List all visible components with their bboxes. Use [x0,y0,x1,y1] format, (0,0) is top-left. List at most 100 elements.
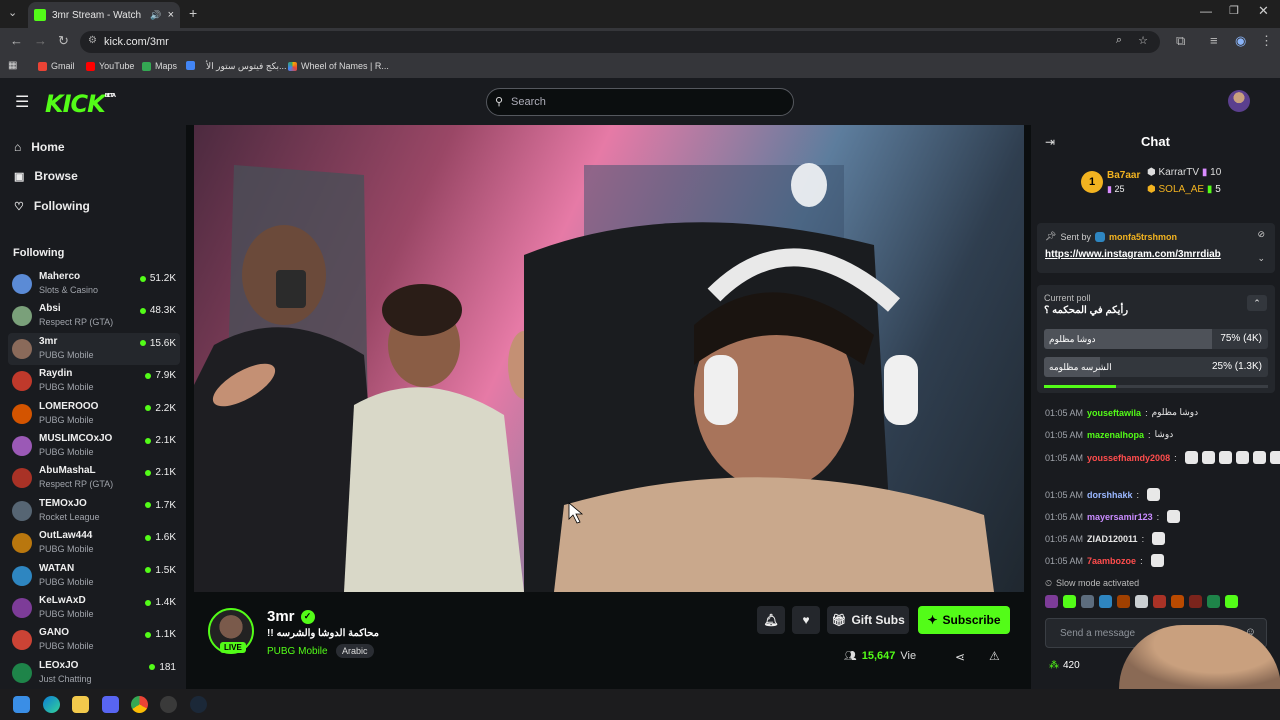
steam-icon[interactable] [190,696,207,713]
bookmark-youtube[interactable]: YouTube [86,61,134,71]
emote-icon[interactable] [1099,595,1112,608]
new-tab-icon[interactable]: + [189,5,197,21]
leaderboard-third[interactable]: ⬢ SOLA_AE ▮ 5 [1147,184,1221,195]
bookmark-star-icon[interactable]: ☆ [1138,34,1148,47]
pinned-message[interactable]: 📌︎ Sent by monfa5trshmon ⊘ https://www.i… [1037,223,1275,273]
user-avatar[interactable] [1228,90,1250,112]
reload-icon[interactable]: ↻ [58,33,69,49]
sidebar-channel-item[interactable]: GANO PUBG Mobile 1.1K [8,624,180,656]
chat-message[interactable]: 01:05 AM mayersamir123: [1045,510,1181,523]
sidebar-channel-item[interactable]: WATAN PUBG Mobile 1.5K [8,560,180,592]
apps-grid-icon[interactable]: ▦ [8,60,17,71]
chat-message[interactable]: 01:05 AM dorshhakk: [1045,488,1161,501]
back-icon[interactable]: ← [10,33,23,48]
kick-logo[interactable]: KICKBETA [45,90,116,118]
channel-name[interactable]: 3mr [267,608,295,625]
chat-message[interactable]: 01:05 AM ZIAD120011: [1045,532,1166,545]
video-player[interactable] [194,125,1024,592]
sidebar-channel-item[interactable]: AbuMashaL Respect RP (GTA) 2.1K [8,462,180,494]
media-icon[interactable]: ≡ [1210,33,1218,48]
sidebar-channel-item[interactable]: Absi Respect RP (GTA) 48.3K [8,300,180,332]
sidebar-channel-item[interactable]: Maherco Slots & Casino 51.2K [8,268,180,300]
unpin-icon[interactable]: ⊘ [1257,229,1265,240]
bookmark-docs[interactable] [186,61,195,70]
minimize-icon[interactable]: — [1200,4,1212,18]
message-username[interactable]: youssefhamdy2008 [1087,453,1170,463]
subscribe-button[interactable]: ✦ Subscribe [918,606,1010,634]
chat-message[interactable]: 01:05 AM 7aambozoe: [1045,554,1164,567]
follow-button[interactable]: ♥ [792,606,820,634]
poll-option[interactable]: الشرسه مظلومه 25% (1.3K) [1044,357,1268,377]
sidebar-channel-item[interactable]: LEOxJO Just Chatting 181 [8,657,180,689]
emote-icon[interactable] [1063,595,1076,608]
browser-tab[interactable]: 3mr Stream - Watch Live on Kick 🔊 × [28,2,180,28]
message-username[interactable]: youseftawila [1087,408,1141,418]
sidebar-channel-item[interactable]: LOMEROOO PUBG Mobile 2.2K [8,398,180,430]
nav-browse[interactable]: ▣ Browse [14,169,78,183]
language-tag[interactable]: Arabic [336,644,374,658]
leaderboard-first-name[interactable]: Ba7aar [1107,170,1140,181]
tab-search-icon[interactable]: ⌄ [8,6,17,19]
nav-home[interactable]: ⌂ Home [14,140,65,154]
site-info-icon[interactable]: ⚙ [88,35,97,46]
bookmark-store[interactable]: بكج فيتوس ستور الأ... [206,61,287,72]
sidebar-channel-item[interactable]: OutLaw444 PUBG Mobile 1.6K [8,527,180,559]
maximize-icon[interactable]: ❐ [1229,4,1239,17]
emote-icon[interactable] [1081,595,1094,608]
bookmark-gmail[interactable]: Gmail [38,61,75,71]
message-username[interactable]: mazenalhopa [1087,430,1144,440]
gift-subs-button[interactable]: 🎁︎ Gift Subs [827,606,909,634]
emote-icon[interactable] [1135,595,1148,608]
leaderboard-count: 10 [1210,167,1222,178]
poll-option[interactable]: دوشا مظلوم 75% (4K) [1044,329,1268,349]
nav-following[interactable]: ♡ Following [14,199,90,213]
sidebar-channel-item[interactable]: TEMOxJO Rocket League 1.7K [8,495,180,527]
emote-icon[interactable] [1207,595,1220,608]
url-field[interactable]: ⚙ kick.com/3mr ⌕ ☆ [80,31,1160,53]
bookmark-maps[interactable]: Maps [142,61,177,71]
chat-message[interactable]: 01:05 AM youssefhamdy2008: [1045,451,1280,464]
message-username[interactable]: 7aambozoe [1087,556,1136,566]
tab-close-icon[interactable]: × [168,9,174,21]
notifications-button[interactable]: 🔔︎ [757,606,785,634]
file-explorer-icon[interactable] [72,696,89,713]
emote-icon[interactable] [1225,595,1238,608]
emote-icon[interactable] [1045,595,1058,608]
profile-icon[interactable]: ◉ [1235,33,1246,49]
sidebar-channel-item[interactable]: KeLwAxD PUBG Mobile 1.4K [8,592,180,624]
pinned-link[interactable]: https://www.instagram.com/3mrrdiab [1045,249,1221,260]
report-warning-icon[interactable]: ⚠ [989,649,1000,663]
windows-start-icon[interactable] [13,696,30,713]
forward-icon[interactable]: → [34,33,47,48]
message-username[interactable]: dorshhakk [1087,490,1133,500]
message-username[interactable]: mayersamir123 [1087,512,1153,522]
collapse-poll-icon[interactable]: ⌃ [1247,295,1267,311]
sidebar-channel-item[interactable]: MUSLIMCOxJO PUBG Mobile 2.1K [8,430,180,462]
chat-message[interactable]: 01:05 AM mazenalhopa: دوشا [1045,429,1173,440]
extensions-icon[interactable]: ⧉ [1176,33,1185,49]
window-close-icon[interactable]: ✕ [1258,3,1269,19]
zoom-icon[interactable]: ⌕ [1116,34,1122,47]
bookmark-wheel[interactable]: Wheel of Names | R... [288,61,389,71]
edge-icon[interactable] [43,696,60,713]
search-input[interactable]: ⚲ Search [486,88,794,116]
tab-audio-icon[interactable]: 🔊 [150,10,161,21]
emote-icon[interactable] [1153,595,1166,608]
app-icon[interactable] [160,696,177,713]
sidebar-channel-item[interactable]: Raydin PUBG Mobile 7.9K [8,365,180,397]
menu-dots-icon[interactable]: ⋮ [1260,33,1273,49]
sidebar-channel-item[interactable]: 3mr PUBG Mobile 15.6K [8,332,180,365]
channel-points[interactable]: ⁂ 420 [1049,660,1080,671]
emote-icon[interactable] [1171,595,1184,608]
discord-icon[interactable] [102,696,119,713]
expand-pinned-icon[interactable]: ⌄ [1257,253,1265,264]
chrome-icon[interactable] [131,696,148,713]
share-icon[interactable]: ⋖ [955,650,965,664]
emote-icon[interactable] [1189,595,1202,608]
message-username[interactable]: ZIAD120011 [1087,534,1138,544]
stream-category[interactable]: PUBG Mobile [267,646,328,657]
chat-message[interactable]: 01:05 AM youseftawila: دوشا مظلوم [1045,407,1198,418]
emote-icon[interactable] [1117,595,1130,608]
hamburger-menu-icon[interactable]: ☰ [15,92,29,112]
leaderboard-second[interactable]: ⬢ KarrarTV ▮ 10 [1147,167,1221,178]
